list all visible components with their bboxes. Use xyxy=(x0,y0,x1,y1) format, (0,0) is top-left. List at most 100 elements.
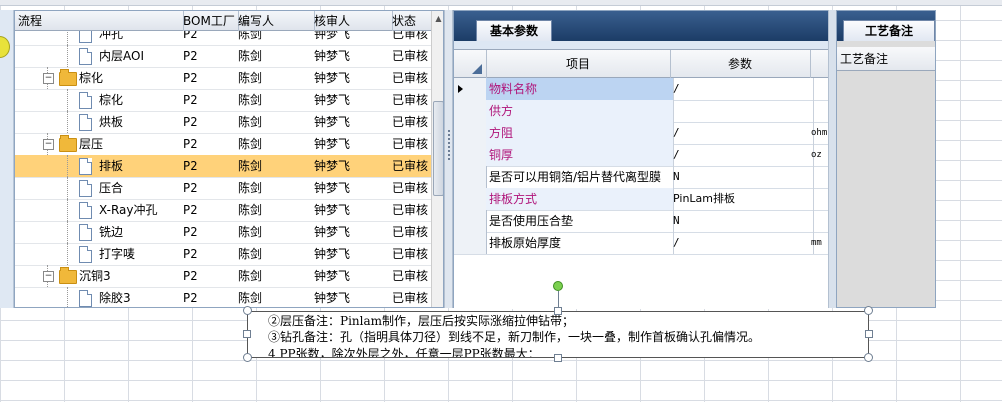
left-dock-strip xyxy=(0,10,14,308)
document-icon xyxy=(79,224,92,241)
col-header-process[interactable]: 流程 xyxy=(15,11,184,31)
row-indicator[interactable] xyxy=(454,78,487,101)
param-value[interactable]: / xyxy=(670,232,814,255)
col-header-writer[interactable]: 编写人 xyxy=(235,11,315,31)
tree-vertical-scrollbar[interactable]: ▲ xyxy=(431,11,443,307)
tree-cell-status: 已审核 xyxy=(392,203,429,217)
tree-guide-line xyxy=(67,243,68,265)
document-icon xyxy=(79,202,92,219)
col-header-value[interactable]: 参数 xyxy=(670,50,811,78)
rotate-handle[interactable] xyxy=(553,281,563,291)
tree-cell-status: 已审核 xyxy=(392,291,429,305)
tree-cell-reviewer: 钟梦飞 xyxy=(314,115,351,129)
param-value[interactable]: N xyxy=(670,166,814,189)
tree-row[interactable]: − 棕化 P2 陈剑 钟梦飞 已审核 xyxy=(15,67,431,90)
tab-process-notes[interactable]: 工艺备注 xyxy=(843,20,935,41)
tree-row[interactable]: − 层压 P2 陈剑 钟梦飞 已审核 xyxy=(15,133,431,156)
param-row[interactable]: 方阻 / ohm xyxy=(454,122,833,145)
tree-row[interactable]: 铣边 P2 陈剑 钟梦飞 已审核 xyxy=(15,221,431,244)
param-row[interactable]: 是否使用压合垫 N xyxy=(454,210,833,233)
tree-row[interactable]: X-Ray冲孔 P2 陈剑 钟梦飞 已审核 xyxy=(15,199,431,222)
collapse-toggle-icon[interactable]: − xyxy=(43,271,54,282)
resize-handle-bottom[interactable] xyxy=(554,354,562,362)
resize-handle-top[interactable] xyxy=(554,307,562,315)
row-indicator[interactable] xyxy=(454,232,487,255)
row-indicator[interactable] xyxy=(454,122,487,145)
param-value[interactable]: / xyxy=(670,144,814,167)
remarks-text-box[interactable]: ②层压备注：Pinlam制作，层压后按实际涨缩拉伸钻带； ③钻孔备注：孔（指明具… xyxy=(247,311,869,358)
tree-cell-status: 已审核 xyxy=(392,49,429,63)
tree-cell-writer: 陈剑 xyxy=(238,31,263,41)
param-row[interactable]: 供方 xyxy=(454,100,833,123)
tree-row[interactable]: 排板 P2 陈剑 钟梦飞 已审核 xyxy=(15,155,431,178)
tree-cell-factory: P2 xyxy=(183,247,198,261)
col-header-status[interactable]: 状态 xyxy=(389,11,435,31)
param-row[interactable]: 是否可以用铜箔/铝片替代离型膜 N xyxy=(454,166,833,189)
document-icon xyxy=(79,180,92,197)
tree-cell-writer: 陈剑 xyxy=(238,137,263,151)
tree-row[interactable]: 压合 P2 陈剑 钟梦飞 已审核 xyxy=(15,177,431,200)
panel-splitter[interactable] xyxy=(444,10,453,308)
tree-row[interactable]: 内层AOI P2 陈剑 钟梦飞 已审核 xyxy=(15,45,431,68)
process-notes-panel: 工艺备注 工艺备注 xyxy=(836,10,936,308)
process-tree-grid[interactable]: 流程 BOM工厂 编写人 核审人 状态 冲孔 P2 陈剑 钟梦飞 已审核 内层AOI P2 陈… xyxy=(14,10,444,308)
resize-handle-bottom-right[interactable] xyxy=(864,353,873,362)
param-row[interactable]: 排板方式 PinLam排板 xyxy=(454,188,833,211)
col-header-bom-factory[interactable]: BOM工厂 xyxy=(180,11,239,31)
tree-row[interactable]: 打字唛 P2 陈剑 钟梦飞 已审核 xyxy=(15,243,431,266)
resize-handle-top-left[interactable] xyxy=(243,306,252,315)
tree-row[interactable]: 冲孔 P2 陈剑 钟梦飞 已审核 xyxy=(15,31,431,46)
tree-cell-process: 排板 xyxy=(99,159,124,173)
tree-guide-line xyxy=(67,111,68,133)
param-value[interactable]: PinLam排板 xyxy=(670,188,814,211)
resize-handle-right[interactable] xyxy=(865,330,873,338)
param-name: 排板方式 xyxy=(486,188,674,211)
document-icon xyxy=(79,48,92,65)
tree-cell-status: 已审核 xyxy=(392,137,429,151)
row-indicator[interactable] xyxy=(454,144,487,167)
row-indicator[interactable] xyxy=(454,188,487,211)
param-value[interactable]: / xyxy=(670,78,814,101)
col-header-reviewer[interactable]: 核审人 xyxy=(311,11,393,31)
tree-cell-process: 冲孔 xyxy=(99,31,124,41)
param-row[interactable]: 排板原始厚度 / mm xyxy=(454,232,833,255)
params-grid[interactable]: 项目 参数 物料名称 / 供方 方阻 / ohm 铜厚 / oz 是否可以用铜箔/铝片替代离型膜 N… xyxy=(454,49,833,309)
param-value[interactable]: / xyxy=(670,122,814,145)
row-indicator[interactable] xyxy=(454,166,487,189)
tree-cell-factory: P2 xyxy=(183,291,198,305)
scroll-up-arrow-icon[interactable]: ▲ xyxy=(432,11,443,27)
tree-guide-line xyxy=(67,89,68,111)
tree-cell-process: 烘板 xyxy=(99,115,124,129)
param-row[interactable]: 铜厚 / oz xyxy=(454,144,833,167)
resize-handle-top-right[interactable] xyxy=(864,306,873,315)
param-value[interactable] xyxy=(670,100,814,123)
scroll-thumb[interactable] xyxy=(433,101,443,196)
resize-handle-left[interactable] xyxy=(243,330,251,338)
tree-cell-reviewer: 钟梦飞 xyxy=(314,269,351,283)
tree-cell-reviewer: 钟梦飞 xyxy=(314,93,351,107)
collapse-toggle-icon[interactable]: − xyxy=(43,73,54,84)
tree-row[interactable]: 烘板 P2 陈剑 钟梦飞 已审核 xyxy=(15,111,431,134)
param-value[interactable]: N xyxy=(670,210,814,233)
right-splitter[interactable] xyxy=(828,10,836,308)
col-header-item[interactable]: 项目 xyxy=(486,50,671,78)
param-row[interactable]: 物料名称 / xyxy=(454,78,833,101)
tree-cell-status: 已审核 xyxy=(392,181,429,195)
tree-cell-reviewer: 钟梦飞 xyxy=(314,137,351,151)
tree-cell-status: 已审核 xyxy=(392,115,429,129)
row-indicator[interactable] xyxy=(454,100,487,123)
tree-cell-reviewer: 钟梦飞 xyxy=(314,49,351,63)
tree-row[interactable]: − 沉铜3 P2 陈剑 钟梦飞 已审核 xyxy=(15,265,431,288)
tree-cell-process: 打字唛 xyxy=(99,247,136,261)
tree-cell-factory: P2 xyxy=(183,31,198,41)
row-indicator[interactable] xyxy=(454,210,487,233)
tree-row[interactable]: 棕化 P2 陈剑 钟梦飞 已审核 xyxy=(15,89,431,112)
remark-line-drilling: ③钻孔备注：孔（指明具体刀径）到线不足，新刀制作，一块一叠，制作首板确认孔偏情况… xyxy=(268,330,761,344)
params-grid-header: 项目 参数 xyxy=(454,50,832,78)
tree-cell-status: 已审核 xyxy=(392,225,429,239)
param-name: 排板原始厚度 xyxy=(486,232,674,255)
resize-handle-bottom-left[interactable] xyxy=(243,353,252,362)
collapse-toggle-icon[interactable]: − xyxy=(43,139,54,150)
tab-basic-params[interactable]: 基本参数 xyxy=(476,20,552,41)
tree-row[interactable]: 除胶3 P2 陈剑 钟梦飞 已审核 xyxy=(15,287,431,307)
